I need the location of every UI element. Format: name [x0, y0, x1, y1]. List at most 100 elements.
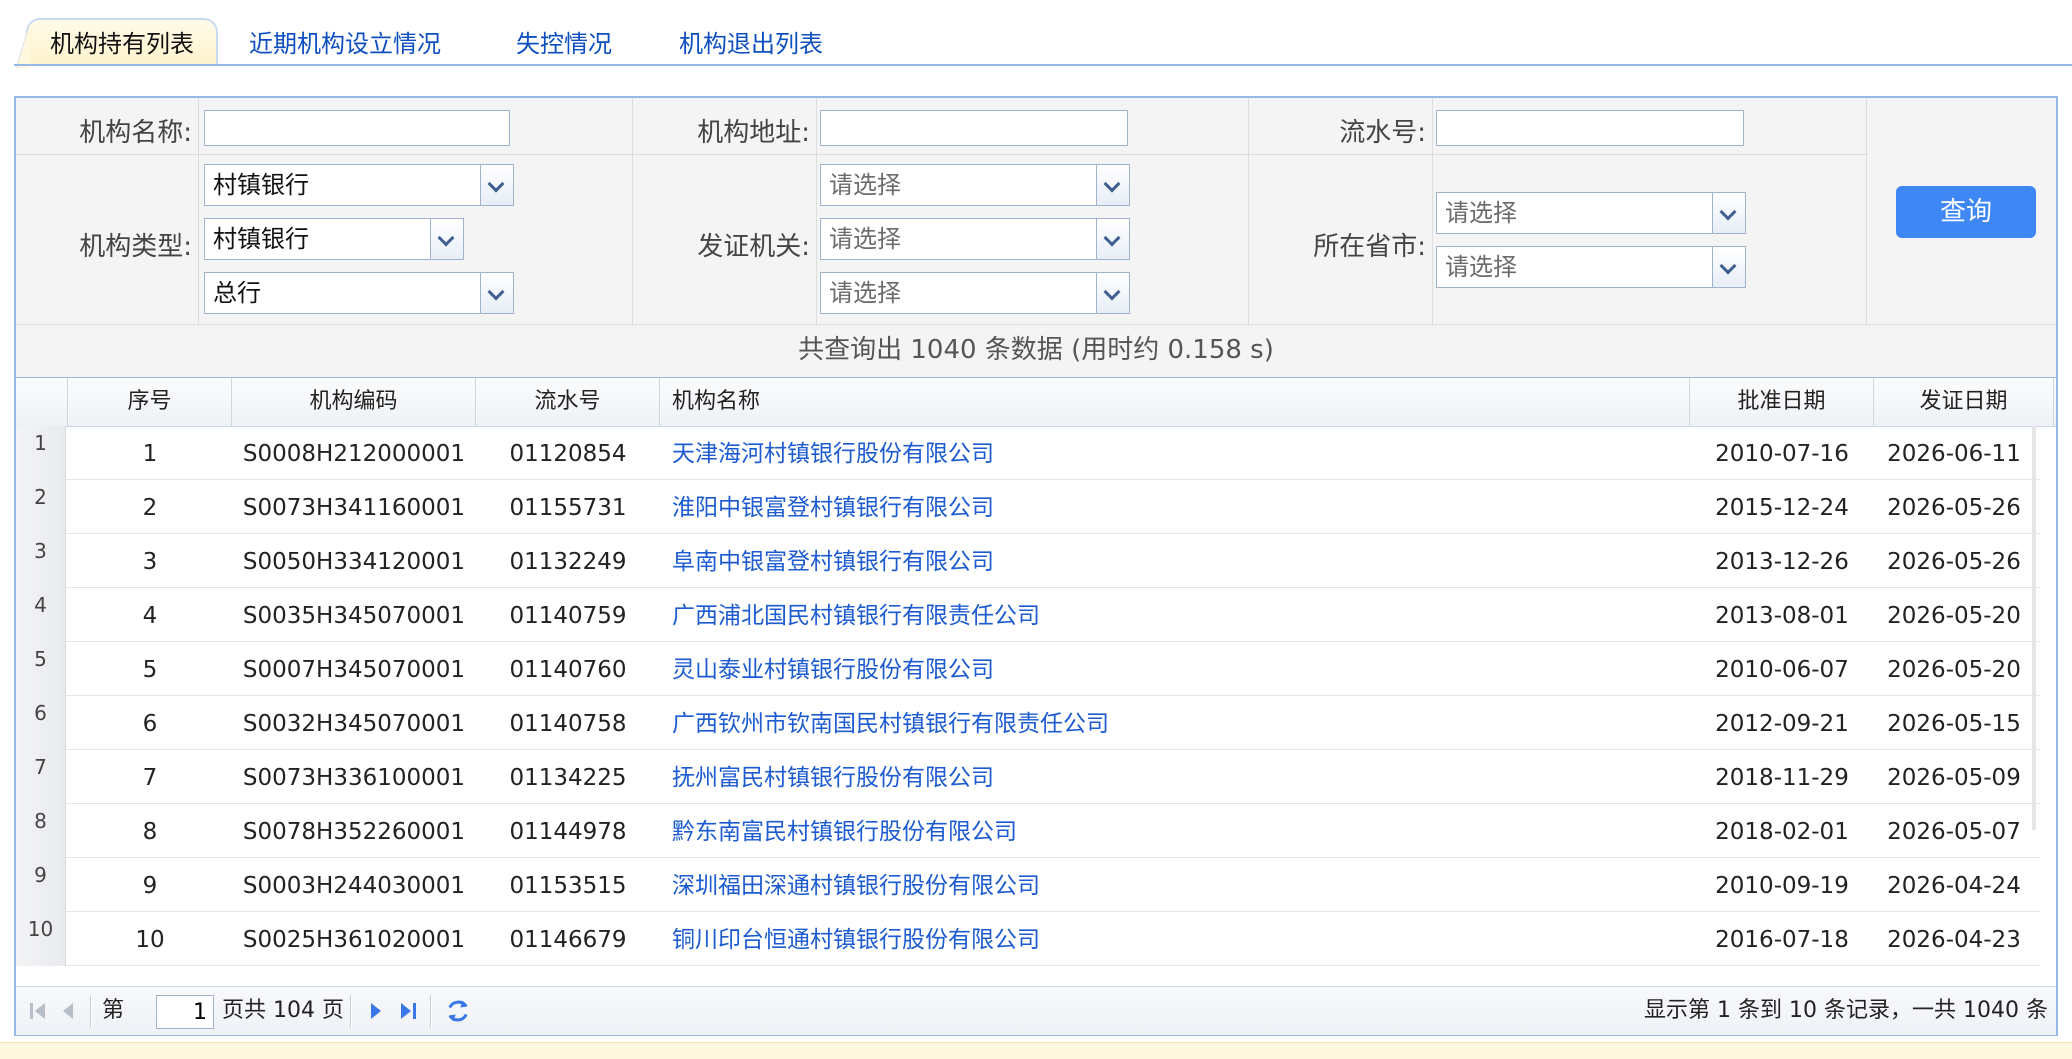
col-header-issue-date[interactable]: 发证日期	[1874, 378, 2054, 426]
table-row[interactable]: 8 8 S0078H352260001 01144978 黔东南富民村镇银行股份…	[16, 804, 2040, 858]
row-number: 10	[16, 912, 66, 966]
row-number: 5	[16, 642, 66, 696]
form-divider	[1432, 98, 1433, 324]
table-row[interactable]: 10 10 S0025H361020001 01146679 铜川印台恒通村镇银…	[16, 912, 2040, 966]
table-row[interactable]: 2 2 S0073H341160001 01155731 淮阳中银富登村镇银行有…	[16, 480, 2040, 534]
record-info: 显示第 1 条到 10 条记录，一共 1040 条	[1644, 998, 2048, 1023]
result-summary: 共查询出 1040 条数据 (用时约 0.158 s)	[16, 324, 2056, 379]
page-total: 页共 104 页	[222, 998, 344, 1023]
form-divider	[816, 98, 817, 324]
org-name-link[interactable]: 广西浦北国民村镇银行有限责任公司	[672, 603, 1040, 629]
cell-approve-date: 2013-12-26	[1715, 549, 1849, 575]
chevron-down-icon[interactable]	[430, 219, 463, 259]
cell-index: 8	[142, 819, 158, 845]
city-select[interactable]: 请选择	[1436, 246, 1746, 288]
vertical-scrollbar[interactable]	[2032, 426, 2036, 830]
serial-input[interactable]	[1436, 110, 1744, 146]
tab-recent-setup[interactable]: 近期机构设立情况	[240, 22, 450, 64]
cell-issue-date: 2026-05-26	[1887, 549, 2021, 575]
search-form: 机构名称: 机构地址: 流水号: 机构类型: 村镇银行 村镇银行 总行 发证机关…	[16, 98, 2056, 324]
cell-serial: 01155731	[509, 495, 627, 521]
tab-out-of-control[interactable]: 失控情况	[502, 22, 626, 64]
cell-issue-date: 2026-05-09	[1887, 765, 2021, 791]
page-prefix: 第	[102, 998, 125, 1023]
cell-code: S0073H336100001	[242, 765, 466, 791]
tab-baseline	[14, 64, 2072, 66]
page-number-input[interactable]	[156, 995, 214, 1029]
col-header-serial[interactable]: 流水号	[476, 378, 660, 426]
org-name-link[interactable]: 淮阳中银富登村镇银行有限公司	[672, 495, 994, 521]
cell-approve-date: 2013-08-01	[1715, 603, 1849, 629]
col-header-approve-date[interactable]: 批准日期	[1690, 378, 1874, 426]
col-header-index[interactable]: 序号	[68, 378, 232, 426]
chevron-down-icon[interactable]	[1096, 273, 1129, 313]
bottom-status-strip	[0, 1042, 2072, 1059]
org-name-link[interactable]: 灵山泰业村镇银行股份有限公司	[672, 657, 994, 683]
issuer-select-3[interactable]: 请选择	[820, 272, 1130, 314]
org-name-link[interactable]: 天津海河村镇银行股份有限公司	[672, 441, 994, 467]
next-page-icon[interactable]	[364, 999, 388, 1023]
issuer-select-1[interactable]: 请选择	[820, 164, 1130, 206]
last-page-icon[interactable]	[396, 999, 420, 1023]
table-row[interactable]: 1 1 S0008H212000001 01120854 天津海河村镇银行股份有…	[16, 426, 2040, 480]
cell-approve-date: 2010-06-07	[1715, 657, 1849, 683]
org-address-label: 机构地址:	[697, 118, 810, 148]
chevron-down-icon[interactable]	[480, 273, 513, 313]
table-row[interactable]: 6 6 S0032H345070001 01140758 广西钦州市钦南国民村镇…	[16, 696, 2040, 750]
table-row[interactable]: 7 7 S0073H336100001 01134225 抚州富民村镇银行股份有…	[16, 750, 2040, 804]
org-name-input[interactable]	[204, 110, 510, 146]
org-name-link[interactable]: 黔东南富民村镇银行股份有限公司	[672, 819, 1017, 845]
org-name-link[interactable]: 广西钦州市钦南国民村镇银行有限责任公司	[672, 711, 1109, 737]
org-type-select-1[interactable]: 村镇银行	[204, 164, 514, 206]
org-type-select-3[interactable]: 总行	[204, 272, 514, 314]
chevron-down-icon[interactable]	[1096, 219, 1129, 259]
chevron-down-icon[interactable]	[1712, 193, 1745, 233]
query-button[interactable]: 查询	[1896, 186, 2036, 238]
cell-index: 5	[142, 657, 158, 683]
org-type-value-2: 村镇银行	[213, 225, 309, 253]
province-select[interactable]: 请选择	[1436, 192, 1746, 234]
chevron-down-icon[interactable]	[1096, 165, 1129, 205]
cell-approve-date: 2010-07-16	[1715, 441, 1849, 467]
issuer-select-2[interactable]: 请选择	[820, 218, 1130, 260]
refresh-icon[interactable]	[444, 997, 472, 1025]
cell-issue-date: 2026-05-20	[1887, 603, 2021, 629]
org-type-select-2[interactable]: 村镇银行	[204, 218, 464, 260]
prev-page-icon[interactable]	[56, 999, 80, 1023]
org-name-link[interactable]: 抚州富民村镇银行股份有限公司	[672, 765, 994, 791]
chevron-down-icon[interactable]	[480, 165, 513, 205]
org-name-link[interactable]: 铜川印台恒通村镇银行股份有限公司	[672, 927, 1040, 953]
cell-index: 7	[142, 765, 158, 791]
tab-holdings[interactable]: 机构持有列表	[16, 18, 218, 68]
table-row[interactable]: 5 5 S0007H345070001 01140760 灵山泰业村镇银行股份有…	[16, 642, 2040, 696]
issuer-label: 发证机关:	[697, 232, 810, 262]
cell-serial: 01146679	[509, 927, 627, 953]
cell-issue-date: 2026-04-23	[1887, 927, 2021, 953]
org-type-value-3: 总行	[213, 279, 261, 307]
col-header-name[interactable]: 机构名称	[660, 378, 1690, 426]
table-row[interactable]: 9 9 S0003H244030001 01153515 深圳福田深通村镇银行股…	[16, 858, 2040, 912]
table-row[interactable]: 3 3 S0050H334120001 01132249 阜南中银富登村镇银行有…	[16, 534, 2040, 588]
pagination-bar: 第 页共 104 页 显示第 1 条到 10 条记录，一共 1040 条	[16, 986, 2056, 1035]
rownum-header	[16, 378, 68, 426]
cell-approve-date: 2012-09-21	[1715, 711, 1849, 737]
pager-separator	[350, 995, 352, 1027]
cell-code: S0008H212000001	[242, 441, 466, 467]
row-number: 4	[16, 588, 66, 642]
cell-approve-date: 2016-07-18	[1715, 927, 1849, 953]
org-type-value-1: 村镇银行	[213, 171, 309, 199]
first-page-icon[interactable]	[26, 999, 50, 1023]
row-number: 9	[16, 858, 66, 912]
cell-serial: 01144978	[509, 819, 627, 845]
org-name-link[interactable]: 阜南中银富登村镇银行有限公司	[672, 549, 994, 575]
row-number: 7	[16, 750, 66, 804]
cell-approve-date: 2010-09-19	[1715, 873, 1849, 899]
pager-separator	[90, 995, 92, 1027]
org-name-link[interactable]: 深圳福田深通村镇银行股份有限公司	[672, 873, 1040, 899]
tab-exit-list[interactable]: 机构退出列表	[668, 22, 834, 64]
org-address-input[interactable]	[820, 110, 1128, 146]
table-row[interactable]: 4 4 S0035H345070001 01140759 广西浦北国民村镇银行有…	[16, 588, 2040, 642]
col-header-code[interactable]: 机构编码	[232, 378, 476, 426]
cell-issue-date: 2026-05-15	[1887, 711, 2021, 737]
chevron-down-icon[interactable]	[1712, 247, 1745, 287]
